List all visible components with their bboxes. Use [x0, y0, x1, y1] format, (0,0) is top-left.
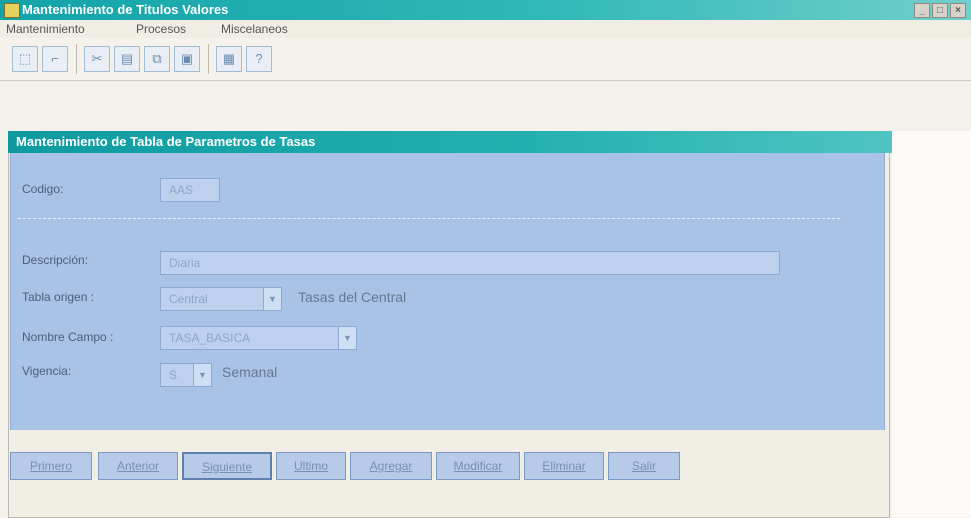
toolbar-separator — [208, 44, 209, 74]
window-title-bar: Mantenimiento de Titulos Valores _ □ × — [0, 0, 971, 20]
toolbar: ⬚ ⌐ ✂ ▤ ⧉ ▣ ▦ ? — [0, 38, 971, 81]
app-icon — [4, 3, 20, 18]
chevron-down-icon[interactable]: ▼ — [338, 327, 356, 349]
eliminar-button[interactable]: Eliminar — [524, 452, 604, 480]
form-divider — [18, 218, 840, 219]
codigo-field[interactable]: AAS — [160, 178, 220, 202]
window-title: Mantenimiento de Titulos Valores — [22, 2, 229, 17]
primero-button[interactable]: Primero — [10, 452, 92, 480]
button-bar: Primero Anterior Siguiente Ultimo Agrega… — [10, 452, 680, 482]
descripcion-label: Descripción: — [22, 253, 89, 267]
cut-icon[interactable]: ✂ — [84, 46, 110, 72]
nombre-campo-label: Nombre Campo : — [22, 330, 114, 344]
nombre-campo-combo[interactable]: TASA_BASICA ▼ — [160, 326, 357, 350]
nombre-campo-value: TASA_BASICA — [169, 331, 251, 345]
agregar-button[interactable]: Agregar — [350, 452, 432, 480]
codigo-label: Codigo: — [22, 182, 64, 196]
tabla-origen-combo[interactable]: Central ▼ — [160, 287, 282, 311]
form-area — [10, 153, 885, 430]
workspace-background — [892, 131, 971, 517]
calculator-icon[interactable]: ▦ — [216, 46, 242, 72]
minimize-button[interactable]: _ — [914, 3, 930, 18]
tabla-origen-value: Central — [169, 292, 208, 306]
vigencia-combo[interactable]: S ▼ — [160, 363, 212, 387]
siguiente-button[interactable]: Siguiente — [182, 452, 272, 480]
anterior-button[interactable]: Anterior — [98, 452, 178, 480]
ultimo-button[interactable]: Ultimo — [276, 452, 346, 480]
close-button[interactable]: × — [950, 3, 966, 18]
help-icon[interactable]: ? — [246, 46, 272, 72]
maximize-button[interactable]: □ — [932, 3, 948, 18]
modificar-button[interactable]: Modificar — [436, 452, 520, 480]
descripcion-field[interactable]: Diaria — [160, 251, 780, 275]
menu-mantenimiento[interactable]: Mantenimiento — [6, 20, 85, 38]
paste-icon[interactable]: ▤ — [114, 46, 140, 72]
menu-bar: Mantenimiento Procesos Miscelaneos — [0, 20, 971, 38]
save-icon[interactable]: ▣ — [174, 46, 200, 72]
open-icon[interactable]: ⬚ — [12, 46, 38, 72]
menu-procesos[interactable]: Procesos — [136, 20, 186, 38]
chevron-down-icon[interactable]: ▼ — [263, 288, 281, 310]
toolbar-separator — [76, 44, 77, 74]
vigencia-description: Semanal — [222, 364, 278, 380]
vigencia-label: Vigencia: — [22, 364, 72, 378]
salir-button[interactable]: Salir — [608, 452, 680, 480]
close-icon[interactable]: ⌐ — [42, 46, 68, 72]
tabla-origen-label: Tabla origen : — [22, 290, 95, 304]
menu-miscelaneos[interactable]: Miscelaneos — [221, 20, 288, 38]
panel-title: Mantenimiento de Tabla de Parametros de … — [8, 131, 892, 153]
copy-icon[interactable]: ⧉ — [144, 46, 170, 72]
vigencia-value: S — [169, 368, 178, 382]
chevron-down-icon[interactable]: ▼ — [193, 364, 211, 386]
tabla-origen-description: Tasas del Central — [298, 289, 407, 305]
